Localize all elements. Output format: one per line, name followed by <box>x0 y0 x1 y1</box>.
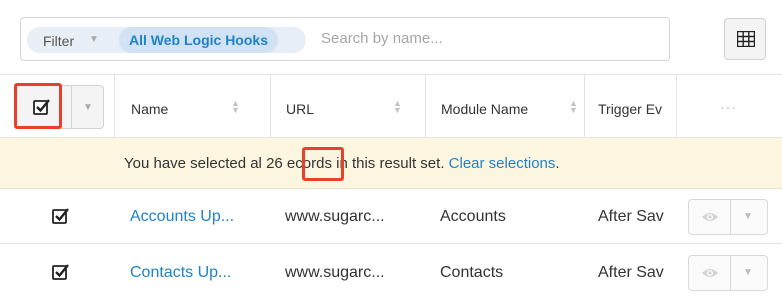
highlight-box <box>302 147 344 181</box>
column-divider <box>425 75 426 137</box>
row-actions[interactable]: ▼ <box>688 199 768 235</box>
filter-search-bar: Filter ▼ All Web Logic Hooks Search by n… <box>20 17 670 61</box>
row-checkbox[interactable] <box>52 207 70 230</box>
eye-icon <box>702 213 718 221</box>
selection-alert: You have selected al 26 ecords in this r… <box>0 138 782 189</box>
chevron-down-icon: ▼ <box>89 34 99 45</box>
grid-icon <box>737 31 755 47</box>
row-module: Accounts <box>440 208 506 225</box>
checkbox-checked-icon <box>52 208 69 224</box>
chevron-down-icon[interactable]: ▼ <box>743 211 753 222</box>
search-input[interactable]: Search by name... <box>321 30 443 47</box>
row-trigger: After Sav <box>598 208 664 225</box>
chevron-down-icon[interactable]: ▼ <box>743 267 753 278</box>
more-columns-icon[interactable]: ··· <box>720 99 737 115</box>
filter-dropdown[interactable]: Filter ▼ All Web Logic Hooks <box>27 27 306 53</box>
row-name-link[interactable]: Contacts Up... <box>130 264 231 282</box>
table-row[interactable]: Accounts Up... www.sugarc... Accounts Af… <box>0 189 782 244</box>
column-header-trigger-event[interactable]: Trigger Ev <box>598 101 674 117</box>
clear-selections-link[interactable]: Clear selections <box>449 155 556 172</box>
filter-chip[interactable]: All Web Logic Hooks <box>119 27 278 53</box>
selected-count: 26 <box>266 155 283 172</box>
preview-button[interactable] <box>689 256 731 290</box>
alert-period: . <box>555 155 560 172</box>
row-url: www.sugarc... <box>285 264 385 281</box>
table-row[interactable]: Contacts Up... www.sugarc... Contacts Af… <box>0 245 782 300</box>
checkbox-checked-icon <box>52 264 69 280</box>
column-header-module-name[interactable]: Module Name <box>441 101 528 117</box>
column-divider <box>270 75 271 137</box>
row-checkbox[interactable] <box>52 263 70 286</box>
row-name-link[interactable]: Accounts Up... <box>130 208 234 226</box>
sort-icon[interactable]: ▲ ▼ <box>231 99 240 115</box>
row-module: Contacts <box>440 264 504 281</box>
alert-prefix: You have selected al <box>124 155 262 172</box>
row-actions[interactable]: ▼ <box>688 255 768 291</box>
row-url: www.sugarc... <box>285 208 385 225</box>
table-header: ▼ Name ▲ ▼ URL ▲ ▼ Module Name ▲ ▼ Trigger … <box>0 74 782 138</box>
row-trigger: After Sav <box>598 264 664 281</box>
column-divider <box>584 75 585 137</box>
preview-button[interactable] <box>689 200 731 234</box>
column-header-name[interactable]: Name <box>131 101 168 117</box>
grid-view-toggle-button[interactable] <box>724 18 766 60</box>
column-divider <box>676 75 677 137</box>
column-header-url[interactable]: URL <box>286 101 314 117</box>
eye-icon <box>702 269 718 277</box>
column-divider <box>114 75 115 137</box>
filter-label: Filter <box>43 33 75 49</box>
chevron-down-icon[interactable]: ▼ <box>83 102 93 113</box>
sort-icon[interactable]: ▲ ▼ <box>393 99 402 115</box>
highlight-box <box>14 83 62 129</box>
sort-icon[interactable]: ▲ ▼ <box>569 99 578 115</box>
